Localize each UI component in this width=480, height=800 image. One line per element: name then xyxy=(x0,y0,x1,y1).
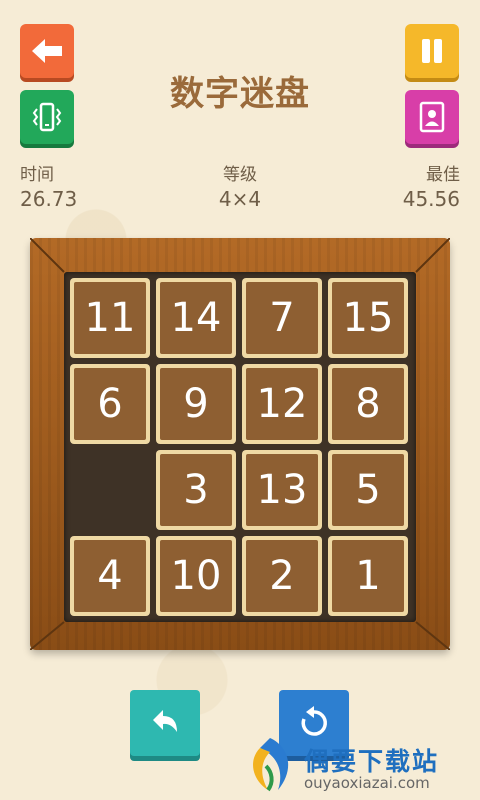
puzzle-tile[interactable]: 1 xyxy=(328,536,408,616)
tile-number: 10 xyxy=(160,540,232,612)
game-title: 数字迷盘 xyxy=(170,74,310,114)
time-value: 26.73 xyxy=(20,187,78,211)
watermark-name: 偶要下载站 xyxy=(304,747,440,776)
tile-number: 1 xyxy=(332,540,404,612)
tile-number: 12 xyxy=(246,368,318,440)
puzzle-board: 11 14 7 15 6 9 12 8 3 13 5 4 10 2 1 xyxy=(64,272,416,622)
puzzle-tile[interactable]: 2 xyxy=(242,536,322,616)
tile-number: 9 xyxy=(160,368,232,440)
back-arrow-icon xyxy=(32,39,62,63)
tile-number: 7 xyxy=(246,282,318,354)
tile-number: 2 xyxy=(246,540,318,612)
best-value: 45.56 xyxy=(402,187,460,211)
puzzle-tile[interactable]: 5 xyxy=(328,450,408,530)
puzzle-tile[interactable]: 14 xyxy=(156,278,236,358)
watermark-url: ouyaoxiazai.com xyxy=(304,774,430,792)
level-label: 等级 xyxy=(223,165,257,185)
best-stat: 最佳 45.56 xyxy=(403,160,460,211)
puzzle-tile[interactable]: 6 xyxy=(70,364,150,444)
level-value: 4×4 xyxy=(218,187,262,211)
time-label: 时间 xyxy=(20,165,54,185)
tile-number: 4 xyxy=(74,540,146,612)
pause-icon xyxy=(422,39,442,63)
tile-number: 3 xyxy=(160,454,232,526)
puzzle-tile[interactable]: 15 xyxy=(328,278,408,358)
puzzle-tile[interactable]: 3 xyxy=(156,450,236,530)
tile-number: 6 xyxy=(74,368,146,440)
puzzle-tile[interactable]: 10 xyxy=(156,536,236,616)
puzzle-tile[interactable]: 7 xyxy=(242,278,322,358)
puzzle-tile[interactable]: 12 xyxy=(242,364,322,444)
tile-number: 8 xyxy=(332,368,404,440)
puzzle-tile[interactable]: 13 xyxy=(242,450,322,530)
puzzle-tile[interactable]: 11 xyxy=(70,278,150,358)
tile-number: 5 xyxy=(332,454,404,526)
tile-number: 13 xyxy=(246,454,318,526)
watermark: 偶要下载站 ouyaoxiazai.com xyxy=(238,730,478,798)
puzzle-tile[interactable]: 8 xyxy=(328,364,408,444)
puzzle-tile[interactable]: 4 xyxy=(70,536,150,616)
tile-number: 14 xyxy=(160,282,232,354)
undo-button[interactable] xyxy=(130,690,200,756)
tile-number: 11 xyxy=(74,282,146,354)
tile-number: 15 xyxy=(332,282,404,354)
undo-icon xyxy=(153,710,177,732)
watermark-logo-icon xyxy=(253,738,289,792)
level-stat: 等级 4×4 xyxy=(190,160,290,211)
puzzle-tile[interactable]: 9 xyxy=(156,364,236,444)
time-stat: 时间 26.73 xyxy=(20,160,77,211)
best-label: 最佳 xyxy=(426,165,460,185)
